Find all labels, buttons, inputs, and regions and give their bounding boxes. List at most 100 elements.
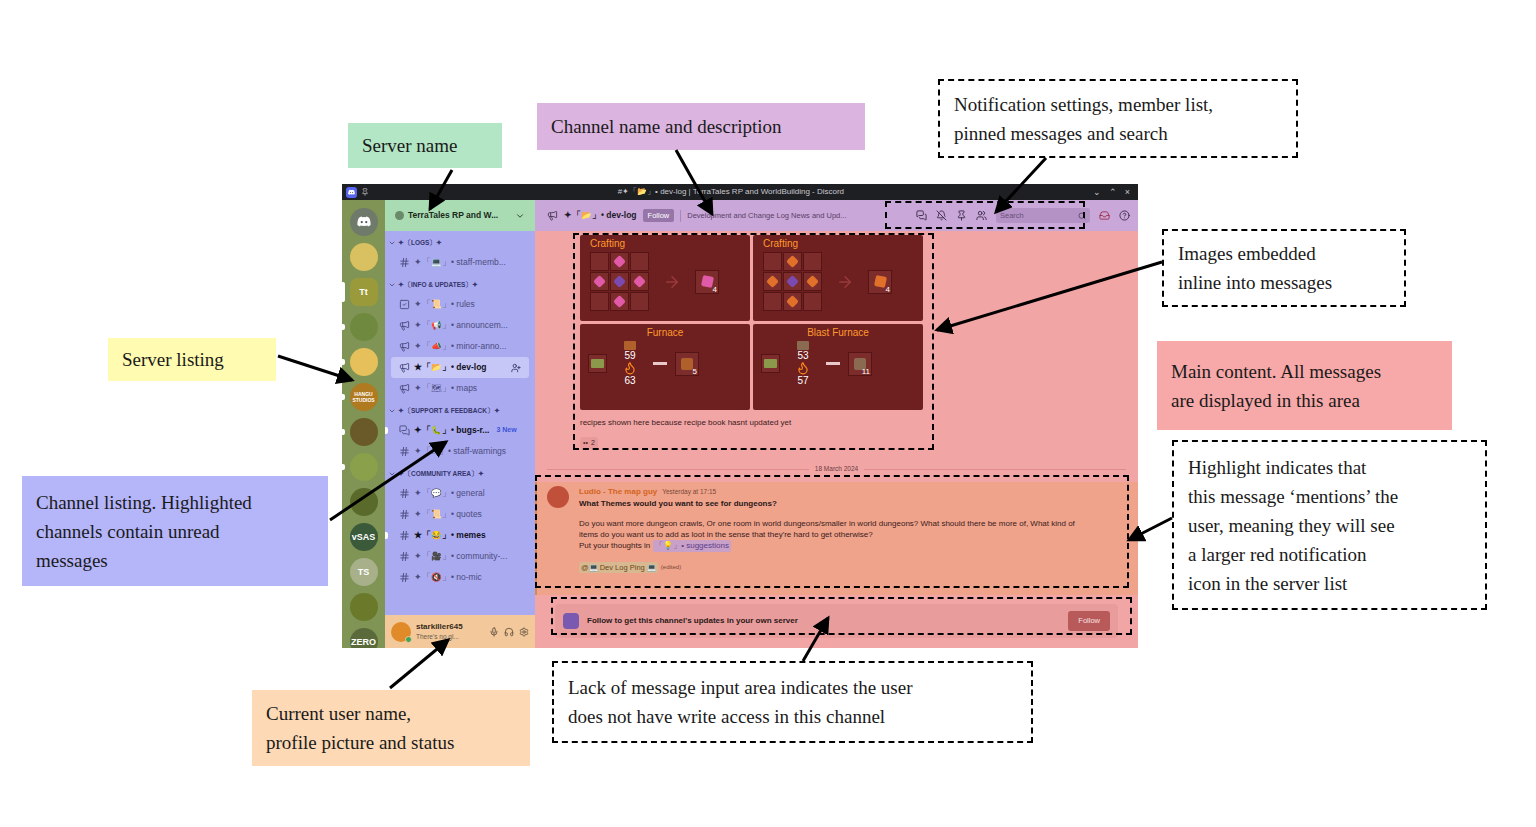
item <box>806 275 819 288</box>
date-divider: 18 March 2024 <box>535 464 1138 474</box>
server-pill <box>342 394 345 400</box>
output-slot: 4 <box>695 270 719 294</box>
category-header[interactable]: ✦〔LOGS〕✦ <box>385 233 535 252</box>
server-icon[interactable] <box>350 593 378 621</box>
server-icon[interactable] <box>350 243 378 271</box>
output-slot: 4 <box>868 270 892 294</box>
annotation-arrows <box>0 0 1536 827</box>
channel-item[interactable]: ✦「📢」• announcem... <box>391 315 529 336</box>
server-icon[interactable] <box>350 313 378 341</box>
channel-item[interactable]: ★「😂」• memes <box>391 525 529 546</box>
item <box>766 275 779 288</box>
recipe-image[interactable]: Crafting4 <box>580 235 750 321</box>
channel-item[interactable]: ✦「📜」• rules <box>391 294 529 315</box>
callout: Server name <box>348 123 502 168</box>
server-icon[interactable] <box>350 348 378 376</box>
chevron-icon <box>388 470 396 478</box>
figure: #✦「📂」• dev-log | TerraTales RP and World… <box>0 0 1536 827</box>
invite-icon[interactable] <box>511 363 521 373</box>
item <box>786 255 799 268</box>
channel-description: Development and Change Log News and Upd.… <box>687 210 910 221</box>
arrow <box>390 640 448 688</box>
channel-item[interactable]: ✦「💬」• general <box>391 483 529 504</box>
server-icon[interactable]: HANGU STUDIOS <box>350 383 378 411</box>
channel-category: ✦〔LOGS〕✦✦「💻」• staff-memb... <box>385 233 535 273</box>
pinned-icon[interactable] <box>956 210 967 221</box>
category-header[interactable]: ✦〔COMMUNITY AREA〕✦ <box>385 464 535 483</box>
help-icon[interactable] <box>1119 210 1130 221</box>
inbox-icon[interactable] <box>1099 210 1110 221</box>
category-header[interactable]: ✦〔INFO & UPDATES〕✦ <box>385 275 535 294</box>
channel-header: ✦「📂」• dev-logFollowDevelopment and Chang… <box>535 200 1138 231</box>
role-mention[interactable]: @💻 Dev Log Ping 💻 <box>579 562 658 573</box>
server-icon[interactable]: Tt <box>350 278 378 306</box>
window-title: #✦「📂」• dev-log | TerraTales RP and World… <box>373 186 1089 198</box>
item <box>613 275 626 288</box>
item <box>786 295 799 308</box>
channel-item[interactable]: ✦「🐛」• bugs-r...3 New <box>391 420 529 441</box>
slot <box>763 252 782 271</box>
slot <box>803 292 822 311</box>
slot <box>590 272 609 291</box>
server-icon[interactable]: TS <box>350 558 378 586</box>
settings-icon[interactable] <box>519 627 529 637</box>
channel-item[interactable]: ✦「📜」• quotes <box>391 504 529 525</box>
slot <box>783 292 802 311</box>
threads-icon[interactable] <box>916 210 927 221</box>
mic-icon[interactable] <box>489 627 499 637</box>
members-icon[interactable] <box>976 210 987 221</box>
fire-icon <box>623 361 637 375</box>
channel-item[interactable]: ✦「🗺」• maps <box>391 378 529 399</box>
recipe-image[interactable]: Furnace59635 <box>580 324 750 410</box>
chevron-icon <box>388 407 396 415</box>
server-icon[interactable]: vSAS <box>350 523 378 551</box>
callout: Current user name,profile picture and st… <box>252 690 530 766</box>
unread-pill <box>385 532 388 539</box>
timestamp: Yesterday at 17:15 <box>662 487 716 497</box>
server-name-header[interactable]: TerraTales RP and W... <box>385 200 535 231</box>
category-header[interactable]: ✦〔SUPPORT & FEEDBACK〕✦ <box>385 401 535 420</box>
window-control[interactable]: × <box>1125 188 1130 197</box>
announcement-icon <box>399 383 410 394</box>
channel-item[interactable]: ✦「🔇」• no-mic <box>391 567 529 588</box>
server-icon[interactable] <box>350 488 378 516</box>
announcement-icon <box>399 320 410 331</box>
annotation-box <box>551 597 1132 635</box>
author-avatar[interactable] <box>547 486 569 508</box>
channel-mention[interactable]: 「💡」• suggestions <box>653 540 731 552</box>
server-icon[interactable] <box>350 208 378 236</box>
annotation-box <box>535 475 1129 588</box>
follow-button[interactable]: Follow <box>643 209 675 222</box>
reaction[interactable]: ••2 <box>580 437 598 449</box>
output-slot: 5 <box>675 352 699 376</box>
server-icon[interactable] <box>350 453 378 481</box>
channel-item[interactable]: ✦「📣」• minor-anno... <box>391 336 529 357</box>
notification-icon[interactable] <box>936 210 947 221</box>
recipe-image[interactable]: Blast Furnace535711 <box>753 324 923 410</box>
discord-logo-icon <box>355 213 373 231</box>
callout: Lack of message input area indicates the… <box>552 661 1033 743</box>
pin-icon[interactable] <box>361 188 369 196</box>
hash-icon <box>399 572 410 583</box>
user-avatar[interactable] <box>391 622 411 642</box>
recipe-image[interactable]: Crafting4 <box>753 235 923 321</box>
callout: Channel name and description <box>537 103 865 150</box>
follow-button[interactable]: Follow <box>1068 611 1110 630</box>
channel-item[interactable]: ★「📂」• dev-log <box>391 357 529 378</box>
search-icon <box>1078 212 1086 220</box>
annotation-box <box>573 233 934 450</box>
channel-item[interactable]: ✦「⚠」• staff-warnings <box>391 441 529 462</box>
server-icon[interactable] <box>350 418 378 446</box>
search-input[interactable]: Search <box>996 208 1090 223</box>
server-pill <box>342 324 345 330</box>
channel-item[interactable]: ✦「💻」• staff-memb... <box>391 252 529 273</box>
server-icon[interactable]: ZERO <box>350 628 378 648</box>
window-control[interactable]: ⌄ <box>1093 188 1101 197</box>
headphones-icon[interactable] <box>504 627 514 637</box>
channel-item[interactable]: ✦「🎥」• community-... <box>391 546 529 567</box>
author-name[interactable]: Ludio - The map guy <box>579 486 657 498</box>
follow-bar: Follow to get this channel's updates in … <box>555 604 1118 638</box>
slot <box>610 292 629 311</box>
window-control[interactable]: ⌃ <box>1109 188 1117 197</box>
channel-list: ✦〔LOGS〕✦✦「💻」• staff-memb... ✦〔INFO & UPDA… <box>385 231 535 615</box>
